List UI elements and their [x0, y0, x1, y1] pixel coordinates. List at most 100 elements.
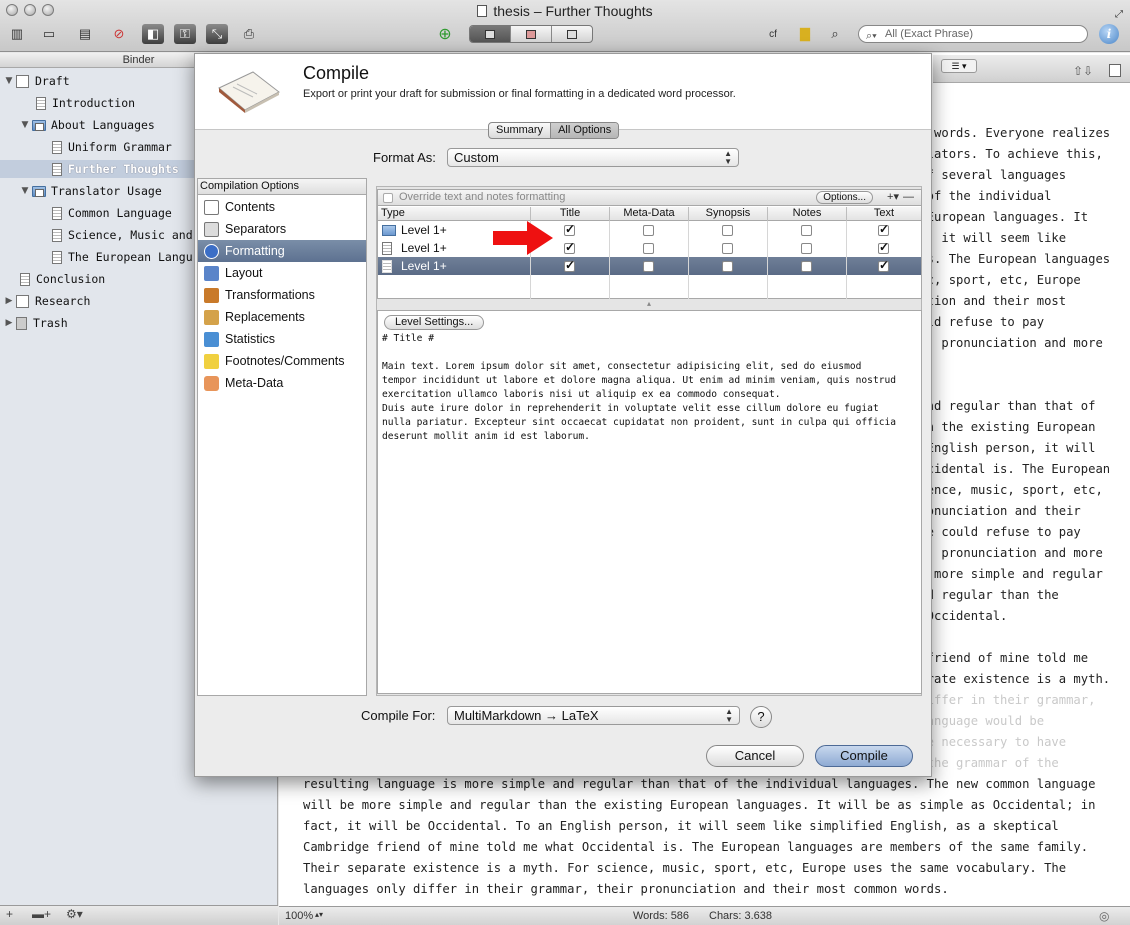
help-button[interactable]: ? [750, 706, 772, 728]
binder-toggle-icon[interactable]: ▥ [6, 24, 28, 44]
note-icon[interactable]: ▇ [794, 24, 816, 44]
title-checkbox[interactable] [564, 240, 575, 254]
table-row[interactable]: Level 1+ [378, 239, 921, 257]
table-row[interactable]: Level 1+ [378, 221, 921, 239]
column-text[interactable]: Text [846, 207, 921, 221]
new-text-icon[interactable]: ▤ [74, 24, 96, 44]
split-handle-icon[interactable]: ▴ [647, 299, 651, 308]
split-view-icon[interactable] [1109, 64, 1121, 77]
info-icon[interactable]: i [1099, 24, 1119, 44]
add-icon[interactable]: ⊕ [434, 24, 456, 44]
target-icon[interactable]: ◎ [1099, 909, 1109, 923]
table-row[interactable]: Level 1+ [378, 257, 921, 275]
column-title[interactable]: Title [530, 207, 609, 221]
tab-summary[interactable]: Summary [489, 123, 550, 138]
disclosure-triangle-icon[interactable]: ▶ [4, 318, 14, 328]
title-checkbox[interactable] [564, 258, 575, 272]
synopsis-checkbox[interactable] [722, 260, 733, 272]
navigate-arrows-icon[interactable]: ⇧⇩ [1073, 64, 1093, 78]
tab-all-options[interactable]: All Options [550, 123, 619, 138]
options-button[interactable]: Options... [816, 191, 873, 204]
print-icon[interactable]: ⎙ [238, 24, 260, 44]
binder-item-trash[interactable]: ▶ Trash [4, 314, 68, 332]
option-footnotes-comments[interactable]: Footnotes/Comments [198, 350, 366, 372]
move-to-trash-icon[interactable]: ⊘ [108, 24, 130, 44]
override-formatting-row: Override text and notes formatting Optio… [378, 190, 921, 206]
notes-checkbox[interactable] [801, 242, 812, 254]
text-checkbox[interactable] [878, 222, 889, 236]
compilation-options-list: Compilation Options Contents Separators … [197, 178, 367, 696]
disclosure-triangle-icon[interactable]: ▼ [20, 186, 30, 196]
binder-item-uniform-grammar[interactable]: Uniform Grammar [52, 138, 172, 156]
search-field[interactable]: ⌕▾ All (Exact Phrase) [858, 25, 1088, 43]
quick-reference-icon[interactable]: ⌕ [824, 24, 846, 44]
list-menu-icon[interactable]: ☰ ▾ [941, 59, 977, 73]
option-label: Footnotes/Comments [225, 354, 345, 368]
format-preview[interactable]: Level Settings... # Title # Main text. L… [377, 310, 922, 694]
meta-data-checkbox[interactable] [643, 242, 654, 254]
cancel-button[interactable]: Cancel [706, 745, 804, 767]
column-notes[interactable]: Notes [767, 207, 846, 221]
column-meta-data[interactable]: Meta-Data [609, 207, 688, 221]
binder-item-research[interactable]: ▶ Research [4, 292, 91, 310]
option-formatting[interactable]: Formatting [198, 240, 366, 262]
compile-mode-tabs[interactable]: Summary All Options [488, 122, 620, 139]
disclosure-triangle-icon[interactable]: ▼ [20, 120, 30, 130]
binder-item-introduction[interactable]: Introduction [36, 94, 135, 112]
disclosure-triangle-icon[interactable]: ▼ [4, 76, 14, 86]
add-level-icon[interactable]: +▾ [887, 190, 899, 205]
text-checkbox[interactable] [878, 240, 889, 254]
disclosure-triangle-icon[interactable]: ▶ [4, 296, 14, 306]
view-mode-segmented[interactable] [469, 25, 593, 43]
binder-item-about-languages[interactable]: ▼ About Languages [20, 116, 155, 134]
title-checkbox[interactable] [564, 222, 575, 236]
level-settings-button[interactable]: Level Settings... [384, 315, 485, 330]
compose-icon[interactable]: ⤡ [206, 24, 228, 44]
inspector-icon[interactable]: ◧ [142, 24, 164, 44]
format-as-select[interactable]: Custom ▲ ▼ [447, 148, 739, 167]
option-statistics[interactable]: Statistics [198, 328, 366, 350]
notes-checkbox[interactable] [801, 224, 812, 236]
binder-item-european-languages[interactable]: The European Langu [52, 248, 193, 266]
column-synopsis[interactable]: Synopsis [688, 207, 767, 221]
synopsis-checkbox[interactable] [722, 224, 733, 236]
scrivenings-view-icon[interactable] [470, 26, 511, 42]
option-layout[interactable]: Layout [198, 262, 366, 284]
binder-item-translator-usage[interactable]: ▼ Translator Usage [20, 182, 162, 200]
column-type[interactable]: Type [378, 207, 530, 221]
synopsis-checkbox[interactable] [722, 242, 733, 254]
binder-item-label: About Languages [51, 118, 155, 132]
new-folder-icon[interactable]: ▭ [38, 24, 60, 44]
add-folder-icon[interactable]: ▬+ [32, 907, 51, 921]
binder-item-science-music[interactable]: Science, Music and [52, 226, 193, 244]
binder-item-label: Research [35, 294, 91, 308]
fullscreen-icon[interactable]: ⤢ [1108, 4, 1130, 24]
format-icon[interactable]: cf [762, 24, 784, 44]
text-checkbox[interactable] [878, 258, 889, 272]
binder-item-common-language[interactable]: Common Language [52, 204, 172, 222]
text-stack-icon [382, 241, 392, 255]
corkboard-view-icon[interactable] [511, 26, 552, 42]
option-separators[interactable]: Separators [198, 218, 366, 240]
add-item-icon[interactable]: + [6, 907, 13, 921]
option-meta-data[interactable]: Meta-Data [198, 372, 366, 394]
option-transformations[interactable]: Transformations [198, 284, 366, 306]
gear-icon[interactable]: ⚙▾ [66, 907, 83, 921]
meta-data-checkbox[interactable] [643, 224, 654, 236]
binder-item-draft[interactable]: ▼ Draft [4, 72, 70, 90]
remove-level-icon[interactable]: — [903, 190, 914, 205]
binder-item-label: Introduction [52, 96, 136, 110]
zoom-select[interactable]: 100% [285, 910, 313, 922]
editor-line: fact, it will be Occidental. To an Engli… [303, 819, 1059, 833]
meta-data-checkbox[interactable] [643, 260, 654, 272]
override-formatting-label: Override text and notes formatting [399, 191, 566, 203]
override-formatting-checkbox[interactable] [383, 193, 393, 203]
compile-for-select[interactable]: MultiMarkdown → LaTeX ▲ ▼ [447, 706, 740, 725]
compile-button[interactable]: Compile [815, 745, 913, 767]
option-contents[interactable]: Contents [198, 196, 366, 218]
keywords-icon[interactable]: ⚿ [174, 24, 196, 44]
option-replacements[interactable]: Replacements [198, 306, 366, 328]
outliner-view-icon[interactable] [552, 26, 592, 42]
notes-checkbox[interactable] [801, 260, 812, 272]
binder-item-conclusion[interactable]: Conclusion [20, 270, 105, 288]
